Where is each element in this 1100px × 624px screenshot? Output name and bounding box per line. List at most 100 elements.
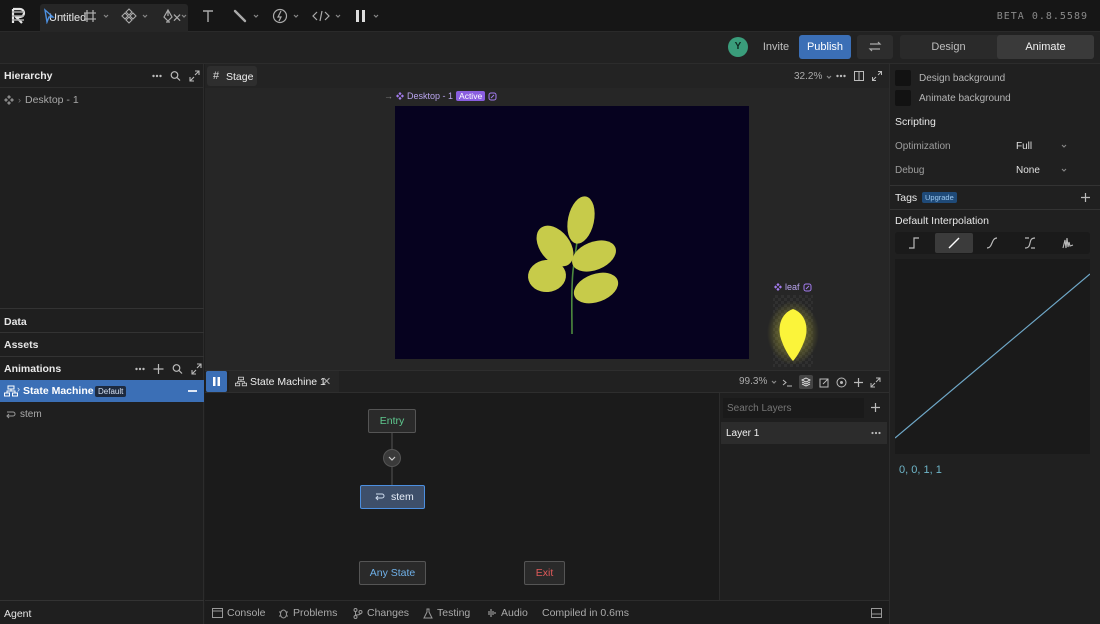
layer-row[interactable]: Layer 1 <box>721 422 887 444</box>
hierarchy-item-desktop[interactable]: › Desktop - 1 <box>4 94 79 106</box>
default-badge: Default <box>95 386 127 397</box>
hold-icon[interactable] <box>907 236 921 250</box>
chevron-down-icon <box>1061 168 1067 172</box>
artboard-name: Desktop - 1 <box>407 91 454 101</box>
data-section[interactable]: Data <box>4 316 27 328</box>
invite-button[interactable]: Invite <box>756 36 796 58</box>
pen-tool[interactable] <box>160 7 188 25</box>
animate-background-checkbox[interactable] <box>895 90 911 106</box>
chevron-down-icon <box>335 14 341 18</box>
artboard-icon <box>4 95 14 105</box>
state-machine-row[interactable]: › State Machine 1 Default <box>0 380 204 402</box>
close-tab-icon[interactable]: ✕ <box>322 375 331 388</box>
cubic-icon[interactable] <box>985 236 999 250</box>
more-icon[interactable] <box>152 70 162 82</box>
publish-button[interactable]: Publish <box>799 35 851 59</box>
linear-option[interactable] <box>935 233 973 253</box>
collapse-icon[interactable] <box>188 390 197 392</box>
add-icon[interactable] <box>853 377 864 388</box>
debug-value: None <box>1016 165 1040 176</box>
menu-icon[interactable] <box>10 7 26 25</box>
scripting-title: Scripting <box>895 116 936 128</box>
terminal-icon[interactable] <box>782 377 793 388</box>
component-icon <box>774 283 782 291</box>
frame-tool[interactable] <box>82 7 110 25</box>
state-machine-graph[interactable] <box>205 393 719 600</box>
text-tool[interactable] <box>200 7 216 25</box>
artboard-label[interactable]: → Desktop - 1 Active <box>384 91 497 101</box>
audio-icon <box>488 609 496 617</box>
layers-toggle[interactable] <box>799 375 813 389</box>
debug-select[interactable]: None <box>1016 162 1076 178</box>
problems-label: Problems <box>293 607 338 619</box>
code-tool[interactable] <box>312 7 342 25</box>
stage-tab[interactable]: # Stage <box>207 66 257 86</box>
interpolation-options <box>895 232 1090 254</box>
chevron-down-icon <box>181 14 187 18</box>
add-icon[interactable] <box>153 363 164 375</box>
entry-node[interactable]: Entry <box>368 409 416 433</box>
interpolation-curve-graph[interactable] <box>895 259 1090 454</box>
panel-toggle-button[interactable] <box>206 371 227 392</box>
optimization-select[interactable]: Full <box>1016 138 1076 154</box>
component-tool[interactable] <box>121 7 149 25</box>
version-label: BETA 0.8.5589 <box>996 11 1088 22</box>
expand-icon[interactable] <box>872 71 882 81</box>
more-icon[interactable] <box>135 363 145 375</box>
agent-section[interactable]: Agent <box>4 608 31 620</box>
assets-section[interactable]: Assets <box>4 339 38 351</box>
add-tag-icon[interactable] <box>1080 192 1091 203</box>
testing-tab[interactable]: Testing <box>423 607 470 619</box>
panel-icon[interactable] <box>871 608 882 618</box>
state-machine-zoom[interactable]: 99.3% <box>739 376 778 387</box>
search-icon[interactable] <box>170 70 181 82</box>
more-icon[interactable] <box>871 428 881 438</box>
link-icon[interactable] <box>488 92 497 101</box>
add-layer-icon[interactable] <box>870 402 881 413</box>
any-state-node[interactable]: Any State <box>359 561 426 585</box>
more-icon[interactable] <box>836 71 846 81</box>
bezier-icon[interactable] <box>1023 236 1037 250</box>
avatar[interactable]: Y <box>728 37 748 57</box>
search-icon[interactable] <box>172 363 183 375</box>
state-machine-actions <box>782 375 881 389</box>
audio-tab[interactable]: Audio <box>486 607 528 619</box>
elastic-icon[interactable] <box>1061 236 1075 250</box>
leaf-element[interactable] <box>763 295 823 367</box>
columns-icon <box>356 10 365 22</box>
link-icon[interactable] <box>803 283 812 292</box>
stem-state-node[interactable]: stem <box>360 485 425 509</box>
edit-icon[interactable] <box>819 377 830 388</box>
tab-design[interactable]: Design <box>900 35 997 59</box>
tab-animate[interactable]: Animate <box>997 35 1094 59</box>
hierarchy-item-label: Desktop - 1 <box>25 94 79 106</box>
console-tab[interactable]: Console <box>212 607 266 619</box>
state-machine-tab-label: State Machine 1 <box>250 376 326 388</box>
expand-icon[interactable] <box>189 70 200 82</box>
target-icon[interactable] <box>836 377 847 388</box>
animation-item-stem[interactable]: stem <box>4 409 42 420</box>
upgrade-badge[interactable]: Upgrade <box>922 192 957 203</box>
expand-icon[interactable] <box>191 363 202 375</box>
leaf-label[interactable]: leaf <box>774 282 812 292</box>
split-view-icon[interactable] <box>854 71 864 81</box>
swap-button[interactable] <box>857 35 893 59</box>
event-tool[interactable] <box>272 7 300 25</box>
changes-tab[interactable]: Changes <box>353 607 409 619</box>
layout-tool[interactable] <box>354 7 380 25</box>
state-machine-tab[interactable]: State Machine 1 ✕ <box>229 371 339 392</box>
chevron-down-icon <box>388 456 396 461</box>
search-layers-input[interactable] <box>723 398 864 418</box>
stage-zoom[interactable]: 32.2% <box>794 71 833 82</box>
exit-node[interactable]: Exit <box>524 561 565 585</box>
design-background-checkbox[interactable] <box>895 70 911 86</box>
component-icon <box>121 8 137 24</box>
bone-tool[interactable] <box>232 7 260 25</box>
expand-icon[interactable] <box>870 377 881 388</box>
problems-tab[interactable]: Problems <box>278 607 337 619</box>
select-tool[interactable] <box>42 7 68 25</box>
columns-icon <box>213 377 220 386</box>
artboard-canvas[interactable] <box>395 106 749 359</box>
branch-icon <box>353 607 363 619</box>
transition-button[interactable] <box>383 449 401 467</box>
